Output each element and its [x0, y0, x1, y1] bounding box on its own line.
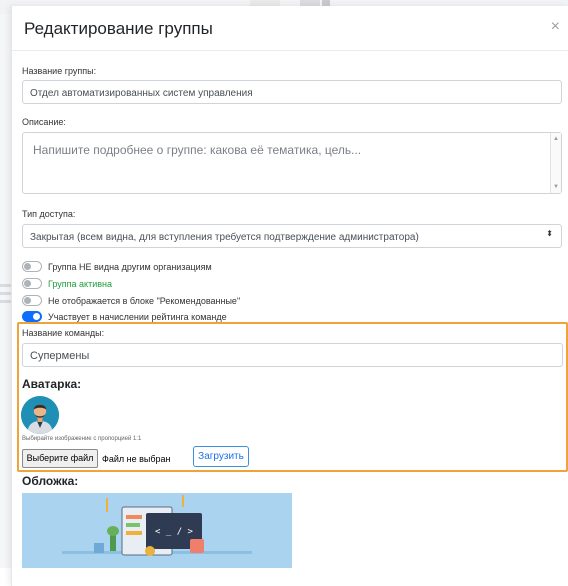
team-name-input[interactable]: Супермены [22, 343, 563, 367]
textarea-scrollbar[interactable]: ▲ ▼ [550, 133, 561, 193]
cover-image: < _ / > [22, 493, 292, 568]
toggle-knob [24, 280, 31, 287]
access-type-label: Тип доступа: [22, 209, 76, 219]
modal-header: Редактирование группы × [12, 6, 568, 51]
team-name-value: Супермены [30, 350, 90, 362]
scroll-down-icon[interactable]: ▼ [553, 184, 559, 190]
cover-illustration: < _ / > [22, 493, 292, 568]
description-textarea[interactable]: Напишите подробнее о группе: какова её т… [22, 132, 562, 194]
team-name-label: Название команды: [22, 328, 105, 338]
scroll-up-icon[interactable]: ▲ [553, 136, 559, 142]
choose-file-button[interactable]: Выберите файл [22, 449, 98, 468]
group-name-label: Название группы: [22, 66, 97, 76]
toggle-group-active-label: Группа активна [48, 279, 112, 289]
toggle-knob [33, 313, 40, 320]
access-type-value: Закрытая (всем видна, для вступления тре… [30, 232, 419, 243]
toggle-not-recommended[interactable] [22, 295, 42, 306]
upload-button[interactable]: Загрузить [193, 446, 249, 467]
toggle-rating[interactable] [22, 311, 42, 322]
description-placeholder: Напишите подробнее о группе: какова её т… [33, 143, 362, 157]
modal-title: Редактирование группы [24, 19, 213, 38]
toggle-rating-label: Участвует в начислении рейтинга команде [48, 312, 227, 322]
description-label: Описание: [22, 117, 66, 127]
access-type-select[interactable]: Закрытая (всем видна, для вступления тре… [22, 224, 562, 248]
select-arrows-icon: ⬍ [546, 229, 553, 238]
toggle-hidden-for-orgs-label: Группа НЕ видна другим организациям [48, 262, 212, 272]
avatar-hint: Выбирайте изображение с пропорцией 1:1 [22, 436, 142, 442]
cover-heading: Обложка: [22, 474, 79, 488]
team-avatar [21, 396, 59, 434]
cover-code-text: < _ / > [155, 527, 194, 537]
toggle-knob [24, 297, 31, 304]
close-button[interactable]: × [551, 19, 560, 35]
toggle-not-recommended-label: Не отображается в блоке "Рекомендованные… [48, 296, 241, 306]
group-name-value: Отдел автоматизированных систем управлен… [30, 88, 253, 99]
group-name-input[interactable]: Отдел автоматизированных систем управлен… [22, 80, 562, 104]
toggle-knob [24, 263, 31, 270]
avatar-heading: Аватарка: [22, 377, 82, 391]
avatar-person-icon [21, 396, 59, 434]
no-file-label: Файл не выбран [102, 454, 171, 464]
toggle-group-active[interactable] [22, 278, 42, 289]
toggle-hidden-for-orgs[interactable] [22, 261, 42, 272]
